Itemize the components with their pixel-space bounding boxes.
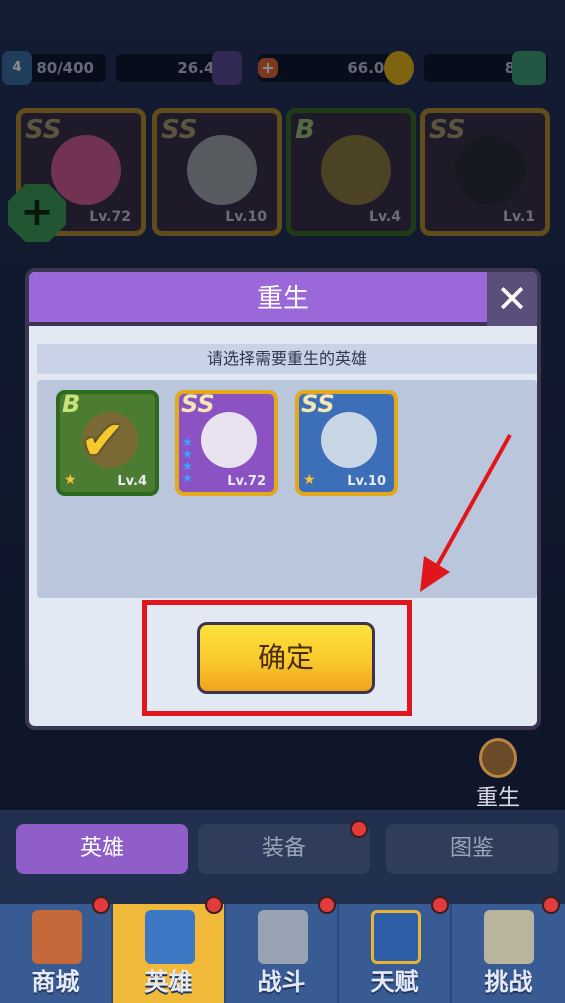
rebirth-entry[interactable]: 重生 — [468, 738, 528, 812]
tab-heroes[interactable]: 英雄 — [16, 824, 188, 874]
shop-icon — [32, 910, 82, 964]
rebirth-icon — [479, 738, 517, 778]
bottom-nav: 商城 英雄 战斗 天赋 挑战 — [0, 896, 565, 1003]
notification-dot — [318, 896, 336, 914]
nav-heroes[interactable]: 英雄 — [113, 896, 226, 1003]
notification-dot — [92, 896, 110, 914]
nav-battle[interactable]: 战斗 — [226, 896, 339, 1003]
notification-dot — [542, 896, 560, 914]
notification-dot — [431, 896, 449, 914]
sub-tabs: 英雄 装备 图鉴 — [0, 810, 565, 904]
nav-label: 英雄 — [144, 968, 193, 996]
nav-label: 战斗 — [257, 968, 306, 996]
tab-codex[interactable]: 图鉴 — [386, 824, 558, 874]
notification-dot — [205, 896, 223, 914]
nav-label: 挑战 — [484, 968, 533, 996]
nav-talent[interactable]: 天赋 — [339, 896, 452, 1003]
nav-shop[interactable]: 商城 — [0, 896, 113, 1003]
hero-cards-icon — [145, 910, 195, 964]
nav-label: 天赋 — [370, 968, 419, 996]
nav-label: 商城 — [31, 968, 80, 996]
rebirth-label: 重生 — [475, 786, 520, 811]
tab-equipment[interactable]: 装备 — [198, 824, 370, 874]
notification-dot — [350, 820, 368, 838]
crossed-swords-icon — [258, 910, 308, 964]
nav-challenge[interactable]: 挑战 — [452, 896, 565, 1003]
crown-shield-icon — [371, 910, 421, 964]
castle-icon — [484, 910, 534, 964]
